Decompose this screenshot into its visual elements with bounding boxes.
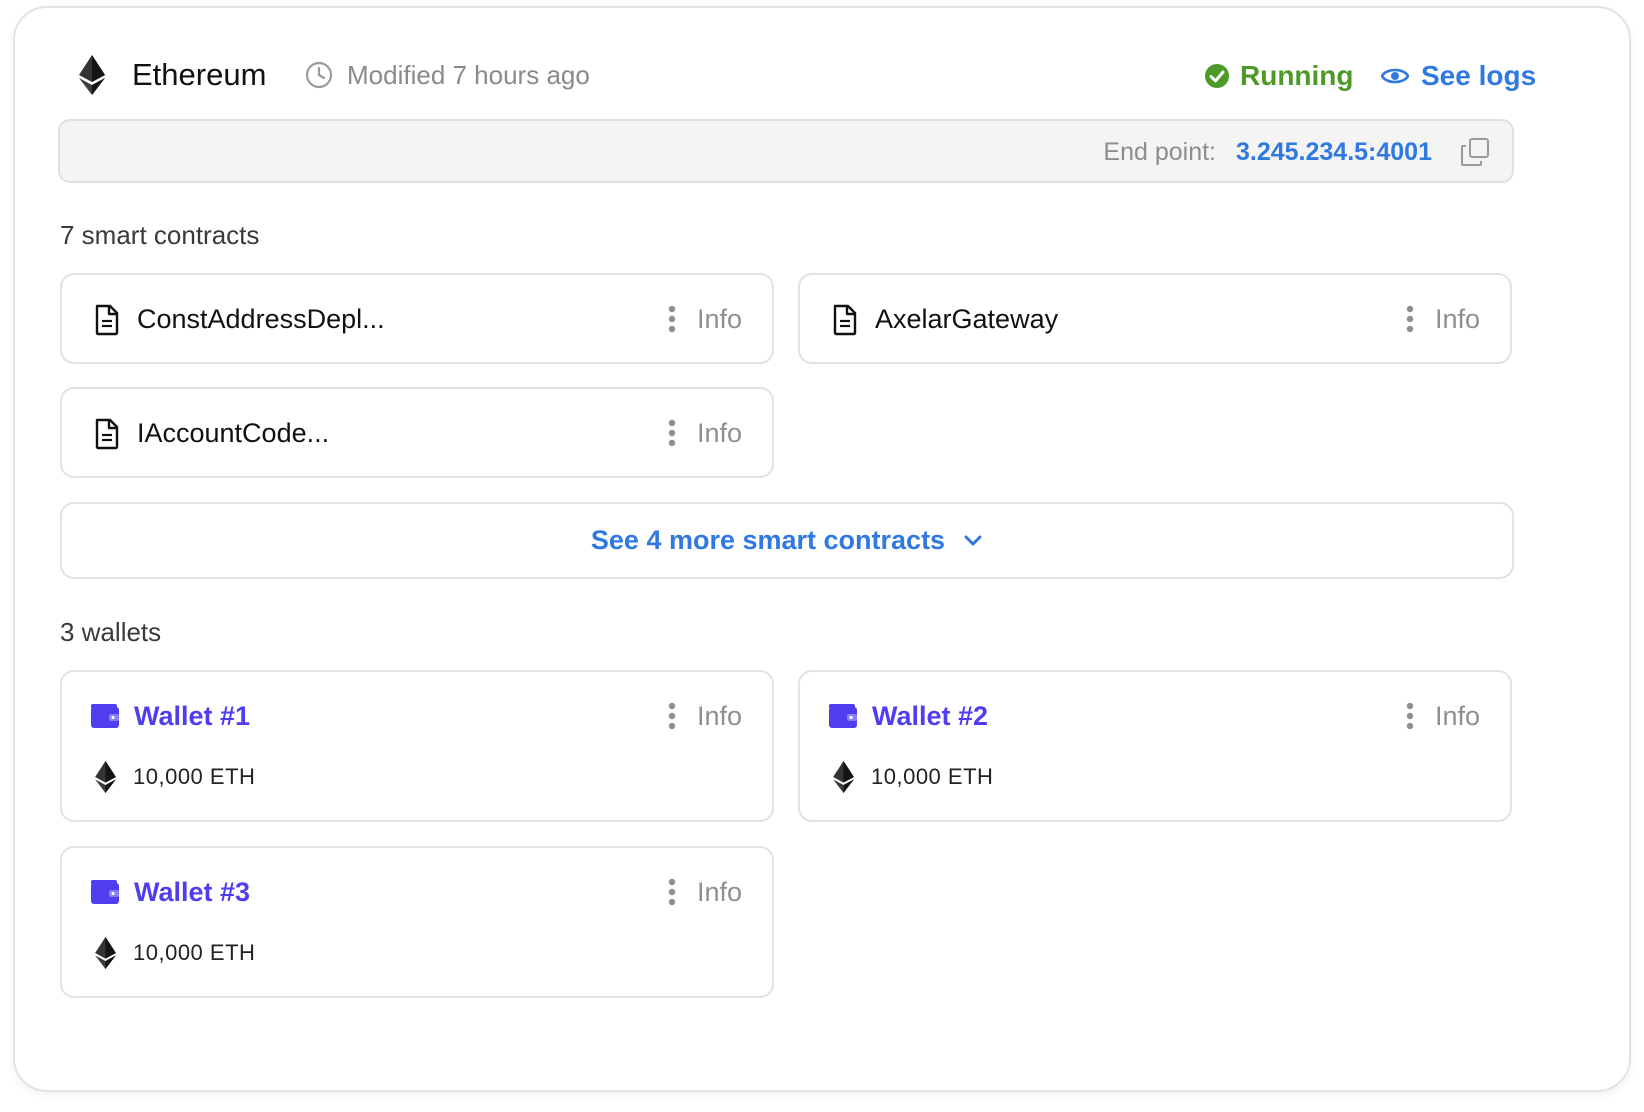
endpoint-label: End point:	[1103, 138, 1216, 166]
contract-name: AxelarGateway	[875, 304, 1059, 334]
more-options-icon[interactable]	[1406, 305, 1414, 333]
wallet-name: Wallet #2	[872, 701, 989, 731]
wallet-icon	[829, 704, 857, 728]
contract-card[interactable]: AxelarGateway Info	[798, 273, 1512, 364]
see-more-label: See 4 more smart contracts	[590, 525, 946, 555]
see-logs-button[interactable]: See logs	[1381, 56, 1536, 96]
wallet-card[interactable]: Wallet #3 Info 10,000 ETH	[60, 846, 774, 998]
wallet-balance: 10,000 ETH	[133, 764, 256, 789]
wallet-balance: 10,000 ETH	[133, 940, 256, 965]
more-options-icon[interactable]	[668, 878, 676, 906]
document-icon	[833, 304, 857, 336]
contract-info-button[interactable]: Info	[1435, 301, 1480, 337]
status-label: Running	[1240, 60, 1354, 91]
see-more-contracts-button[interactable]: See 4 more smart contracts	[60, 502, 1514, 579]
wallet-icon	[91, 704, 119, 728]
status-indicator: Running	[1204, 56, 1354, 96]
wallet-info-button[interactable]: Info	[697, 698, 742, 734]
modified-timestamp: Modified 7 hours ago	[347, 60, 590, 90]
endpoint-value[interactable]: 3.245.234.5:4001	[1236, 135, 1432, 169]
wallet-card[interactable]: Wallet #2 Info 10,000 ETH	[798, 670, 1512, 822]
ethereum-icon	[95, 761, 116, 793]
contract-card[interactable]: ConstAddressDepl... Info	[60, 273, 774, 364]
contract-card[interactable]: IAccountCode... Info	[60, 387, 774, 478]
chevron-down-icon	[964, 535, 982, 545]
card-header: Ethereum Modified 7 hours ago Running Se…	[61, 50, 1583, 100]
more-options-icon[interactable]	[668, 702, 676, 730]
eye-icon	[1381, 68, 1409, 84]
contracts-section-title: 7 smart contracts	[60, 220, 260, 250]
contract-info-button[interactable]: Info	[697, 301, 742, 337]
wallet-info-button[interactable]: Info	[1435, 698, 1480, 734]
contract-name: IAccountCode...	[137, 418, 330, 448]
wallet-balance: 10,000 ETH	[871, 764, 994, 789]
wallet-card[interactable]: Wallet #1 Info 10,000 ETH	[60, 670, 774, 822]
wallets-section-title: 3 wallets	[60, 617, 162, 647]
contract-name: ConstAddressDepl...	[137, 304, 385, 334]
check-circle-icon	[1205, 64, 1229, 88]
see-logs-label: See logs	[1421, 60, 1537, 91]
document-icon	[95, 304, 119, 336]
ethereum-icon	[79, 55, 105, 95]
network-name: Ethereum	[132, 57, 267, 92]
copy-icon[interactable]	[1460, 137, 1490, 167]
contract-info-button[interactable]: Info	[697, 415, 742, 451]
wallet-name: Wallet #1	[134, 701, 251, 731]
wallet-icon	[91, 880, 119, 904]
wallet-name: Wallet #3	[134, 877, 251, 907]
clock-icon	[305, 61, 333, 89]
endpoint-bar: End point: 3.245.234.5:4001	[58, 119, 1514, 183]
document-icon	[95, 418, 119, 450]
more-options-icon[interactable]	[668, 419, 676, 447]
ethereum-icon	[95, 937, 116, 969]
ethereum-icon	[833, 761, 854, 793]
network-card: Ethereum Modified 7 hours ago Running Se…	[13, 6, 1631, 1092]
wallet-info-button[interactable]: Info	[697, 874, 742, 910]
more-options-icon[interactable]	[1406, 702, 1414, 730]
more-options-icon[interactable]	[668, 305, 676, 333]
